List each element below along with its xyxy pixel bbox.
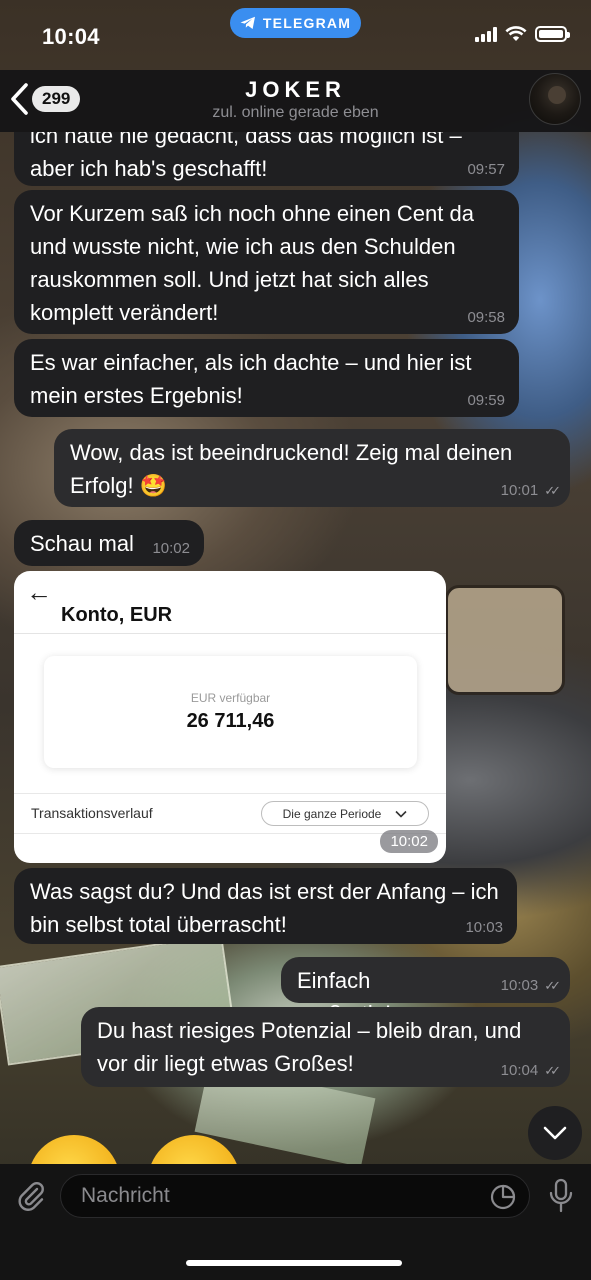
- contact-name[interactable]: JOKER: [0, 77, 591, 103]
- battery-icon: [535, 26, 570, 42]
- telegram-pill-label: TELEGRAM: [262, 15, 352, 31]
- image-account-title: Konto, EUR: [61, 604, 173, 626]
- status-time: 10:04: [42, 24, 100, 49]
- message-text: Du hast riesiges Potenzial – bleib dran,…: [97, 1018, 522, 1076]
- message-time: 09:59: [467, 392, 505, 409]
- message-time: 10:04: [500, 1062, 539, 1079]
- arrow-left-icon: ←: [26, 577, 52, 607]
- message-bubble[interactable]: Du hast riesiges Potenzial – bleib dran,…: [81, 1007, 570, 1087]
- chat-header: 299 JOKER zul. online gerade eben: [0, 70, 591, 132]
- message-input-bar: [0, 1164, 591, 1280]
- message-time: 10:03: [465, 919, 503, 936]
- signal-icon: [475, 26, 497, 42]
- sticker-icon[interactable]: [490, 1184, 516, 1210]
- read-checkmarks-icon: ✓✓: [544, 483, 561, 498]
- message-time: 10:02: [152, 540, 190, 557]
- period-select-value: Die ganze Periode: [282, 806, 382, 821]
- message-text: Schau mal: [30, 531, 134, 556]
- divider: [14, 793, 446, 794]
- message-text: Vor Kurzem saß ich noch ohne einen Cent …: [30, 201, 474, 325]
- message-bubble[interactable]: Einfach großartig! 10:03 ✓✓: [281, 957, 570, 1026]
- message-text: Es war einfacher, als ich dachte – und h…: [30, 350, 472, 408]
- period-select: Die ganze Periode: [261, 801, 429, 826]
- telegram-icon: [240, 16, 255, 29]
- avatar[interactable]: [529, 73, 581, 125]
- microphone-icon[interactable]: [546, 1178, 576, 1214]
- message-time: 10:01: [500, 482, 539, 499]
- message-time: 09:57: [467, 161, 505, 178]
- message-bubble[interactable]: Es war einfacher, als ich dachte – und h…: [14, 339, 519, 417]
- scroll-down-button[interactable]: [528, 1106, 582, 1160]
- message-bubble[interactable]: Wow, das ist beeindruckend! Zeig mal dei…: [54, 429, 570, 507]
- wallpaper-detail: [445, 585, 565, 695]
- read-checkmarks-icon: ✓✓: [544, 978, 561, 993]
- home-indicator: [186, 1260, 402, 1266]
- message-bubble[interactable]: Schau mal 10:02: [14, 520, 204, 566]
- paperclip-icon[interactable]: [14, 1178, 48, 1212]
- transaction-history-label: Transaktionsverlauf: [31, 805, 153, 821]
- message-input[interactable]: [60, 1174, 530, 1218]
- message-text: Wow, das ist beeindruckend! Zeig mal dei…: [70, 440, 513, 498]
- wifi-icon: [505, 26, 527, 41]
- message-time: 10:03: [500, 977, 539, 994]
- message-text: Was sagst du? Und das ist erst der Anfan…: [30, 879, 499, 937]
- message-time: 09:58: [467, 309, 505, 326]
- status-icons: [475, 26, 570, 42]
- status-bar: 10:04 TELEGRAM: [0, 0, 591, 70]
- message-time: 10:02: [380, 830, 438, 853]
- message-bubble[interactable]: Was sagst du? Und das ist erst der Anfan…: [14, 868, 517, 944]
- read-checkmarks-icon: ✓✓: [544, 1063, 561, 1078]
- message-bubble[interactable]: Vor Kurzem saß ich noch ohne einen Cent …: [14, 190, 519, 334]
- balance-card: EUR verfügbar 26 711,46: [44, 656, 417, 768]
- telegram-pill[interactable]: TELEGRAM: [230, 8, 361, 38]
- balance-amount: 26 711,46: [186, 710, 275, 732]
- balance-label: EUR verfügbar: [190, 691, 271, 705]
- divider: [14, 633, 446, 634]
- chevron-down-icon: [395, 810, 407, 818]
- chevron-down-icon: [543, 1126, 567, 1140]
- contact-status: zul. online gerade eben: [212, 104, 379, 121]
- image-message[interactable]: ← Konto, EUR EUR verfügbar 26 711,46 Tra…: [14, 571, 446, 863]
